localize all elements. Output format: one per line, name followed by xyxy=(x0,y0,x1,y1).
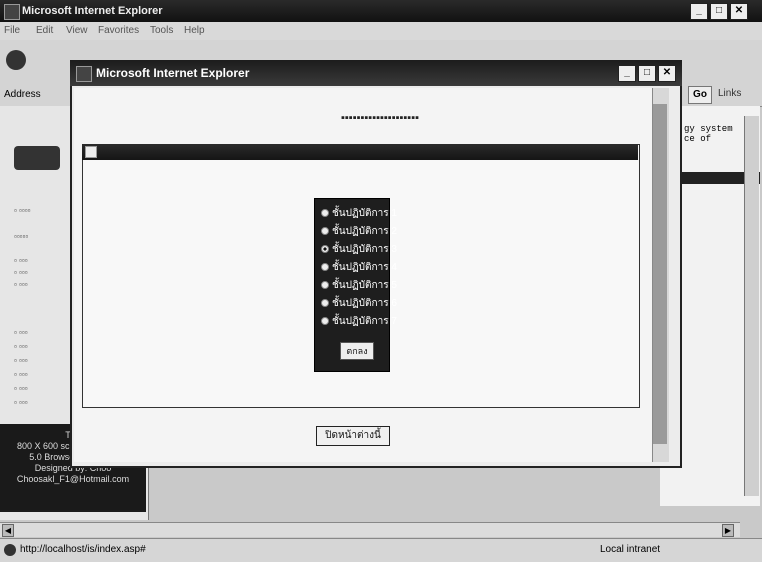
option-label: ชั้นปฏิบัติการ 3 xyxy=(332,244,397,255)
ok-button[interactable]: ตกลง xyxy=(340,342,374,360)
sidebar-item[interactable]: ▫ ▫▫▫ xyxy=(14,384,28,393)
popup-scroll-thumb[interactable] xyxy=(653,104,667,444)
popup-heading: ▪▪▪▪▪▪▪▪▪▪▪▪▪▪▪▪▪▪▪▪ xyxy=(341,112,419,124)
sidebar-item[interactable]: ▫ ▫▫▫ xyxy=(14,256,28,265)
close-icon[interactable]: ✕ xyxy=(730,3,748,20)
close-window-button[interactable]: ปิดหน้าต่างนี้ xyxy=(316,426,390,446)
page-scrollbar[interactable] xyxy=(744,116,759,496)
option-label: ชั้นปฏิบัติการ 4 xyxy=(332,262,397,273)
address-label: Address xyxy=(4,89,41,100)
option-label: ชั้นปฏิบัติการ 5 xyxy=(332,280,397,291)
popup-minimize-icon[interactable]: _ xyxy=(618,65,636,82)
radio-option[interactable]: ชั้นปฏิบัติการ 4 xyxy=(321,259,397,277)
radio-option[interactable]: ชั้นปฏิบัติการ 2 xyxy=(321,223,397,241)
status-zone: Local intranet xyxy=(600,544,661,555)
option-label: ชั้นปฏิบัติการ 1 xyxy=(332,208,397,219)
sidebar-item[interactable]: ▫▫▫▫▫ xyxy=(14,232,28,241)
right-text-line2: ce of xyxy=(684,134,712,144)
sidebar-item[interactable]: ▫ ▫▫▫ xyxy=(14,398,28,407)
popup-title: Microsoft Internet Explorer xyxy=(96,66,250,80)
sidebar-item[interactable]: ▫ ▫▫▫ xyxy=(14,268,28,277)
menu-file[interactable]: File xyxy=(4,25,20,36)
radio-option[interactable]: ชั้นปฏิบัติการ 7 xyxy=(321,313,397,331)
outer-window-titlebar: Microsoft Internet Explorer _ □ ✕ xyxy=(0,0,762,22)
status-url: http://localhost/is/index.asp# xyxy=(20,544,146,555)
sidebar-item[interactable]: ▫ ▫▫▫ xyxy=(14,370,28,379)
popup-close-icon[interactable]: ✕ xyxy=(658,65,676,82)
sidebar-item[interactable]: ▫ ▫▫▫ xyxy=(14,356,28,365)
option-label: ชั้นปฏิบัติการ 7 xyxy=(332,316,397,327)
page-status-icon xyxy=(4,544,16,556)
option-label: ชั้นปฏิบัติการ 6 xyxy=(332,298,397,309)
popup-ie-icon xyxy=(76,66,92,82)
inner-panel-header xyxy=(82,144,638,160)
menu-view[interactable]: View xyxy=(66,25,88,36)
sidebar-item[interactable]: ▫ ▫▫▫ xyxy=(14,280,28,289)
radio-option[interactable]: ชั้นปฏิบัติการ 1 xyxy=(321,205,397,223)
page-hscrollbar[interactable]: ◀ ▶ xyxy=(0,522,740,537)
radio-icon[interactable] xyxy=(321,317,329,326)
radio-icon[interactable] xyxy=(321,263,329,272)
radio-option[interactable]: ชั้นปฏิบัติการ 3 xyxy=(321,241,397,259)
menu-favorites[interactable]: Favorites xyxy=(98,25,139,36)
status-bar: http://localhost/is/index.asp# Local int… xyxy=(0,538,762,562)
radio-icon[interactable] xyxy=(321,209,329,218)
outer-window-title: Microsoft Internet Explorer xyxy=(22,5,163,17)
maximize-icon[interactable]: □ xyxy=(710,3,728,20)
menu-help[interactable]: Help xyxy=(184,25,205,36)
scroll-right-icon[interactable]: ▶ xyxy=(722,524,734,537)
radio-icon[interactable] xyxy=(321,227,329,236)
links-label[interactable]: Links xyxy=(718,88,741,99)
popup-titlebar: Microsoft Internet Explorer _ □ ✕ xyxy=(70,60,682,86)
radio-icon[interactable] xyxy=(321,299,329,308)
option-label: ชั้นปฏิบัติการ 2 xyxy=(332,226,397,237)
sidebar-item[interactable]: ▫ ▫▫▫ xyxy=(14,328,28,337)
radio-option[interactable]: ชั้นปฏิบัติการ 6 xyxy=(321,295,397,313)
sidebar-item[interactable]: ▫ ▫▫▫ xyxy=(14,342,28,351)
logo-icon xyxy=(14,146,60,170)
menu-edit[interactable]: Edit xyxy=(36,25,53,36)
popup-maximize-icon[interactable]: □ xyxy=(638,65,656,82)
menu-bar: File Edit View Favorites Tools Help xyxy=(0,22,762,40)
sidebar-item[interactable]: ▫ ▫▫▫▫ xyxy=(14,206,30,215)
panel-icon xyxy=(85,146,97,158)
right-text-line1: gy system xyxy=(684,124,733,134)
back-icon[interactable] xyxy=(6,50,26,70)
go-button[interactable]: Go xyxy=(688,86,712,104)
minimize-icon[interactable]: _ xyxy=(690,3,708,20)
ie-icon xyxy=(4,4,20,20)
radio-selected-icon[interactable] xyxy=(321,245,329,254)
credit-line5: Choosakl_F1@Hotmail.com xyxy=(16,474,130,484)
menu-tools[interactable]: Tools xyxy=(150,25,173,36)
radio-option[interactable]: ชั้นปฏิบัติการ 5 xyxy=(321,277,397,295)
radio-icon[interactable] xyxy=(321,281,329,290)
scroll-left-icon[interactable]: ◀ xyxy=(2,524,14,537)
